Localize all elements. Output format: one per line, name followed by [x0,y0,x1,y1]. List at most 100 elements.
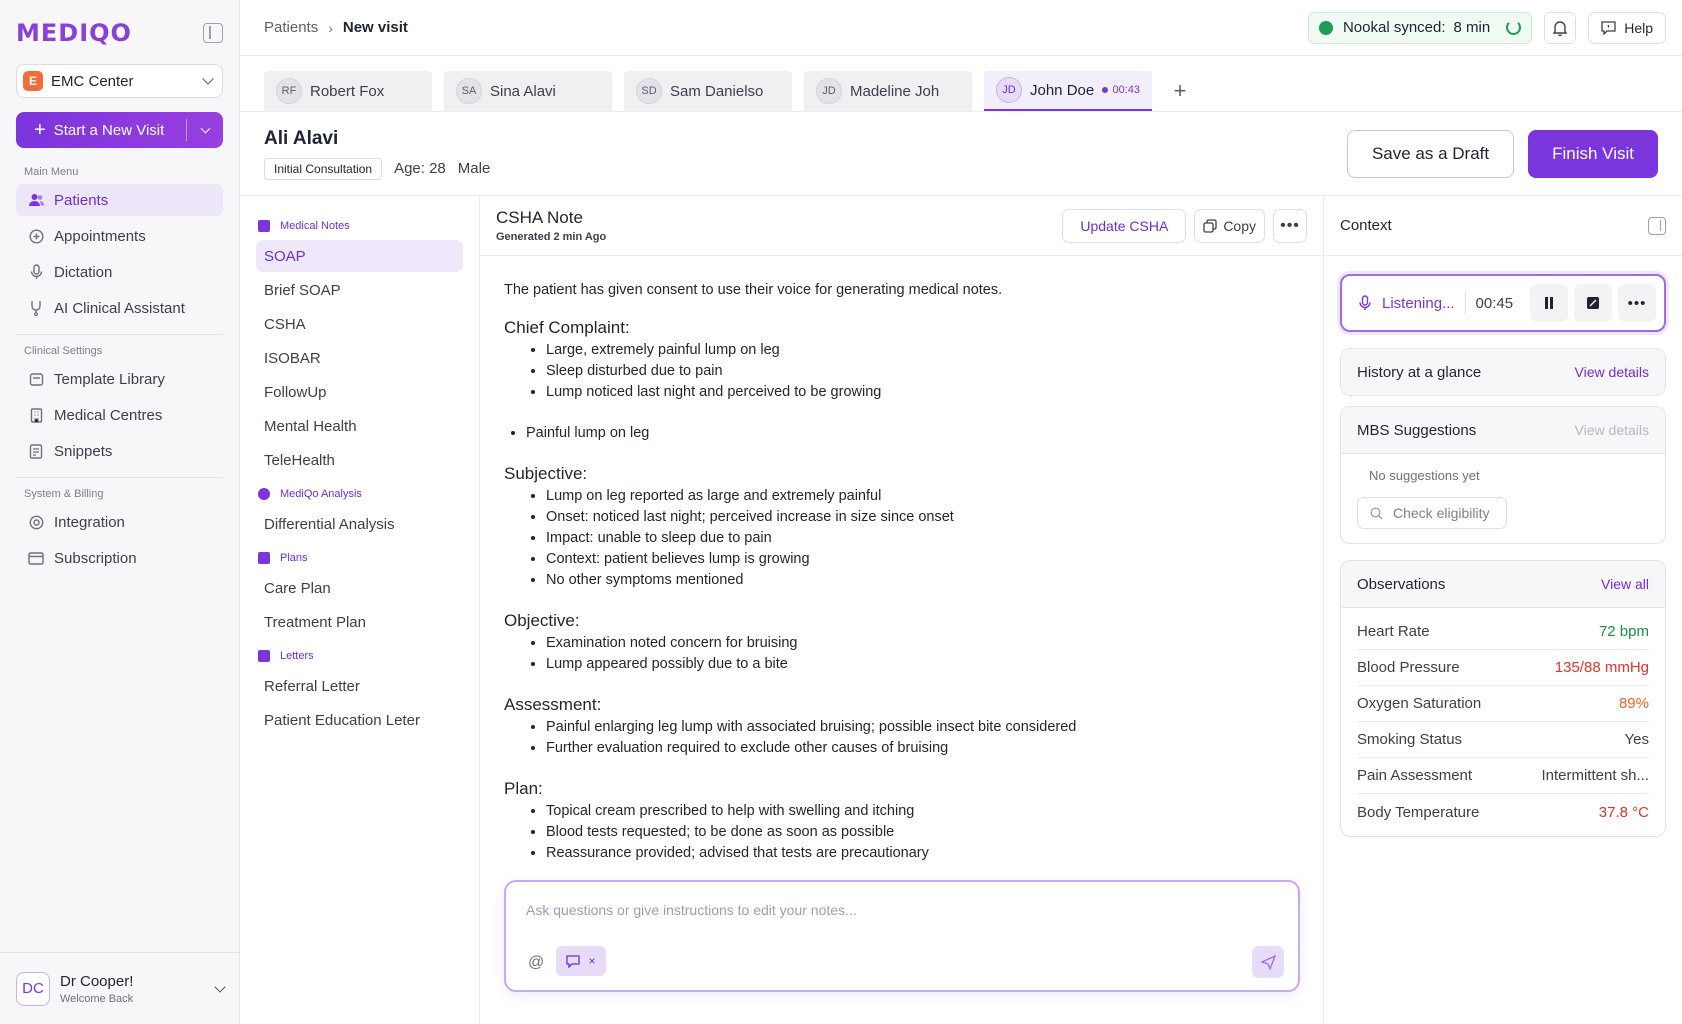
recording-more-button[interactable]: ••• [1618,284,1656,322]
observations-header: Observations View all [1341,561,1665,607]
add-tab-button[interactable]: + [1164,71,1196,111]
mbs-header: MBS Suggestions View details [1341,407,1665,453]
user-profile[interactable]: DC Dr Cooper! Welcome Back [0,952,240,1024]
note-body[interactable]: The patient has given consent to use the… [480,256,1323,910]
note-item-isobar[interactable]: ISOBAR [256,342,463,374]
observation-label: Body Temperature [1357,803,1480,821]
sidebar-item-label: Subscription [54,549,137,567]
tab-initials: JD [816,78,842,104]
consent-text: The patient has given consent to use the… [504,282,1003,298]
note-item-care-plan[interactable]: Care Plan [256,572,463,604]
observations-list: Heart Rate 72 bpm Blood Pressure 135/88 … [1341,607,1665,836]
list-item: Lump on leg reported as large and extrem… [546,486,1299,507]
sidebar-item-dictation[interactable]: Dictation [16,256,223,288]
sidebar-item-label: Dictation [54,263,113,281]
list-item: Lump noticed last night and perceived to… [546,382,1299,403]
sidebar-item-appointments[interactable]: Appointments [16,220,223,252]
start-new-visit-button[interactable]: + Start a New Visit [16,112,223,148]
note-item-treatment-plan[interactable]: Treatment Plan [256,606,463,638]
visit-type-badge: Initial Consultation [264,157,383,180]
mbs-view-details-link[interactable]: View details [1575,422,1649,438]
divider [16,477,223,478]
center-select[interactable]: E EMC Center [16,64,223,98]
note-item-telehealth[interactable]: TeleHealth [256,444,463,476]
objective-list: Examination noted concern for bruising L… [546,633,1299,675]
new-visit-dropdown-button[interactable] [187,123,223,133]
system-billing-title: System & Billing [24,488,104,500]
divider [1464,292,1466,314]
panel-toggle-icon[interactable] [1648,216,1666,235]
template-icon [28,371,44,387]
note-item-soap[interactable]: SOAP [256,240,463,272]
sidebar-item-snippets[interactable]: Snippets [16,435,223,467]
mention-icon[interactable]: @ [528,954,544,972]
context-header: Context [1324,196,1682,256]
tab-sam-danielson[interactable]: SD Sam Danielso [624,71,792,111]
check-eligibility-button[interactable]: Check eligibility [1357,497,1507,529]
tab-john-doe[interactable]: JD John Doe 00:43 [984,71,1152,111]
patient-info: Ali Alavi Initial Consultation Age: 28 M… [264,128,490,180]
ai-chat-box[interactable]: Ask questions or give instructions to ed… [504,880,1300,992]
pause-button[interactable] [1530,284,1568,322]
help-label: Help [1624,19,1653,36]
note-actions: Update CSHA Copy ••• [1062,208,1307,243]
sidebar-item-label: AI Clinical Assistant [54,299,185,317]
observations-view-all-link[interactable]: View all [1601,576,1649,592]
list-item: Context: patient believes lump is growin… [546,549,1299,570]
tab-sina-alavi[interactable]: SA Sina Alavi [444,71,612,111]
chevron-down-icon[interactable] [214,980,226,993]
close-icon[interactable]: × [588,954,595,968]
sidebar-item-template-library[interactable]: Template Library [16,363,223,395]
sidebar-item-integration[interactable]: Integration [16,506,223,538]
tab-madeline[interactable]: JD Madeline Joh [804,71,972,111]
patient-gender: Male [457,160,491,177]
notifications-button[interactable] [1544,11,1577,44]
history-title: History at a glance [1357,363,1482,381]
note-item-brief-soap[interactable]: Brief SOAP [256,274,463,306]
subjective-heading: Subjective: [504,464,588,483]
more-options-button[interactable]: ••• [1273,208,1307,243]
patient-meta: Initial Consultation Age: 28 Male [264,157,491,180]
copy-button[interactable]: Copy [1194,208,1265,243]
breadcrumb-parent[interactable]: Patients [264,19,318,36]
sidebar-item-label: Patients [54,191,109,209]
refresh-icon[interactable] [1506,20,1522,35]
sidebar-item-subscription[interactable]: Subscription [16,542,223,574]
chat-input[interactable]: Ask questions or give instructions to ed… [526,902,857,918]
chevron-right-icon: › [328,19,333,36]
sidebar-item-ai-clinical-assistant[interactable]: AI Clinical Assistant [16,292,223,324]
observation-label: Oxygen Saturation [1357,695,1482,712]
save-draft-button[interactable]: Save as a Draft [1346,129,1515,178]
note-item-csha[interactable]: CSHA [256,308,463,340]
update-csha-button[interactable]: Update CSHA [1062,208,1187,243]
stethoscope-icon [28,300,44,316]
note-item-followup[interactable]: FollowUp [256,376,463,408]
note-item-patient-education-letter[interactable]: Patient Education Leter [256,704,463,736]
context-chip[interactable]: × [556,946,606,976]
note-item-differential-analysis[interactable]: Differential Analysis [256,508,463,540]
mbs-empty-text: No suggestions yet [1369,468,1480,483]
chief-complaint-heading: Chief Complaint: [504,318,630,337]
note-item-referral-letter[interactable]: Referral Letter [256,670,463,702]
finish-visit-button[interactable]: Finish Visit [1528,129,1658,178]
recording-time: 00:45 [1475,294,1514,312]
send-button[interactable] [1252,946,1284,978]
sidebar-item-medical-centres[interactable]: Medical Centres [16,399,223,431]
sidebar-collapse-icon[interactable] [203,23,223,43]
history-view-details-link[interactable]: View details [1575,364,1649,380]
patient-name: Ali Alavi [264,127,339,149]
sync-icon [1318,20,1333,35]
stop-button[interactable] [1574,284,1612,322]
main-menu-title: Main Menu [24,166,79,178]
send-icon [1260,954,1276,970]
sidebar-item-patients[interactable]: Patients [16,184,223,216]
assessment-heading: Assessment: [504,695,602,714]
help-button[interactable]: Help [1588,11,1666,44]
tab-robert-fox[interactable]: RF Robert Fox [264,71,432,111]
letters-title: Letters [256,650,463,662]
sync-label: Nookal synced: [1342,19,1446,36]
tab-name: Sina Alavi [490,82,556,100]
note-item-mental-health[interactable]: Mental Health [256,410,463,442]
note-editor: CSHA Note Generated 2 min Ago Update CSH… [480,196,1324,1024]
